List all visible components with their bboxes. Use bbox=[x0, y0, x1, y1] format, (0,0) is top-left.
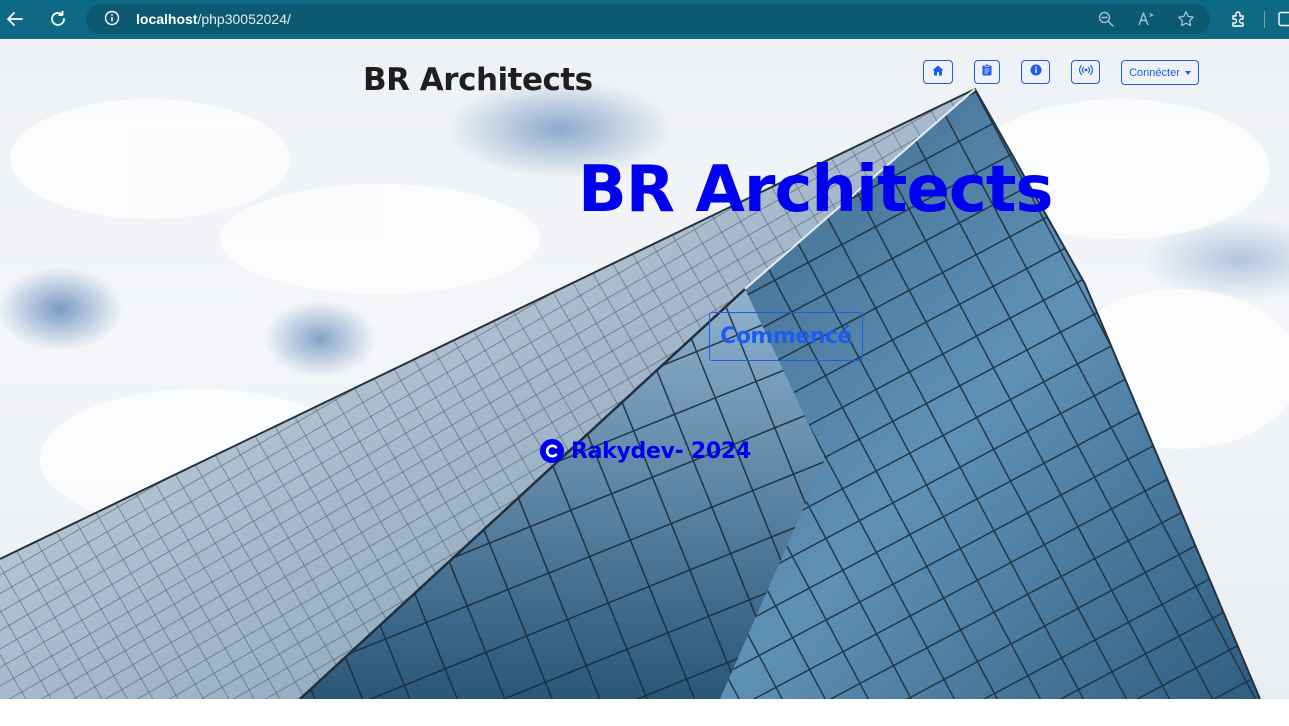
home-button[interactable] bbox=[923, 60, 953, 84]
zoom-out-icon[interactable] bbox=[1095, 8, 1117, 30]
toolbar-divider bbox=[1264, 11, 1265, 28]
contact-button[interactable] bbox=[1071, 60, 1100, 84]
hero-title: BR Architects bbox=[578, 153, 1053, 227]
copyright-icon bbox=[539, 438, 565, 464]
read-aloud-icon[interactable] bbox=[1135, 8, 1157, 30]
connect-dropdown-label: Connécter bbox=[1129, 66, 1180, 79]
broadcast-icon bbox=[1078, 63, 1093, 81]
brand-title[interactable]: BR Architects bbox=[363, 60, 593, 100]
building-image bbox=[0, 87, 1289, 699]
page-bottom bbox=[0, 699, 1289, 726]
url-path: /php30052024/ bbox=[197, 11, 291, 27]
browser-toolbar: localhost/php30052024/ bbox=[0, 0, 1289, 39]
extensions-icon[interactable] bbox=[1228, 8, 1250, 30]
reload-icon[interactable] bbox=[44, 6, 72, 32]
connect-dropdown[interactable]: Connécter bbox=[1121, 60, 1199, 85]
clipboard-icon bbox=[982, 63, 992, 81]
footer-copyright: Rakydev- 2024 bbox=[539, 436, 751, 466]
hero-background bbox=[0, 39, 1289, 699]
clipboard-button[interactable] bbox=[974, 60, 1000, 84]
favorite-star-icon[interactable] bbox=[1175, 8, 1197, 30]
back-arrow-icon[interactable] bbox=[1, 6, 29, 32]
start-button[interactable]: Commencé bbox=[709, 312, 863, 361]
info-icon[interactable] bbox=[104, 10, 120, 26]
url-text[interactable]: localhost/php30052024/ bbox=[136, 10, 291, 28]
home-icon bbox=[932, 63, 944, 81]
url-host: localhost bbox=[136, 11, 198, 27]
info-circle-icon bbox=[1030, 63, 1042, 81]
split-screen-icon[interactable] bbox=[1274, 8, 1289, 30]
about-button[interactable] bbox=[1021, 60, 1050, 84]
footer-text: Rakydev- 2024 bbox=[571, 438, 751, 464]
chevron-down-icon bbox=[1184, 70, 1191, 75]
